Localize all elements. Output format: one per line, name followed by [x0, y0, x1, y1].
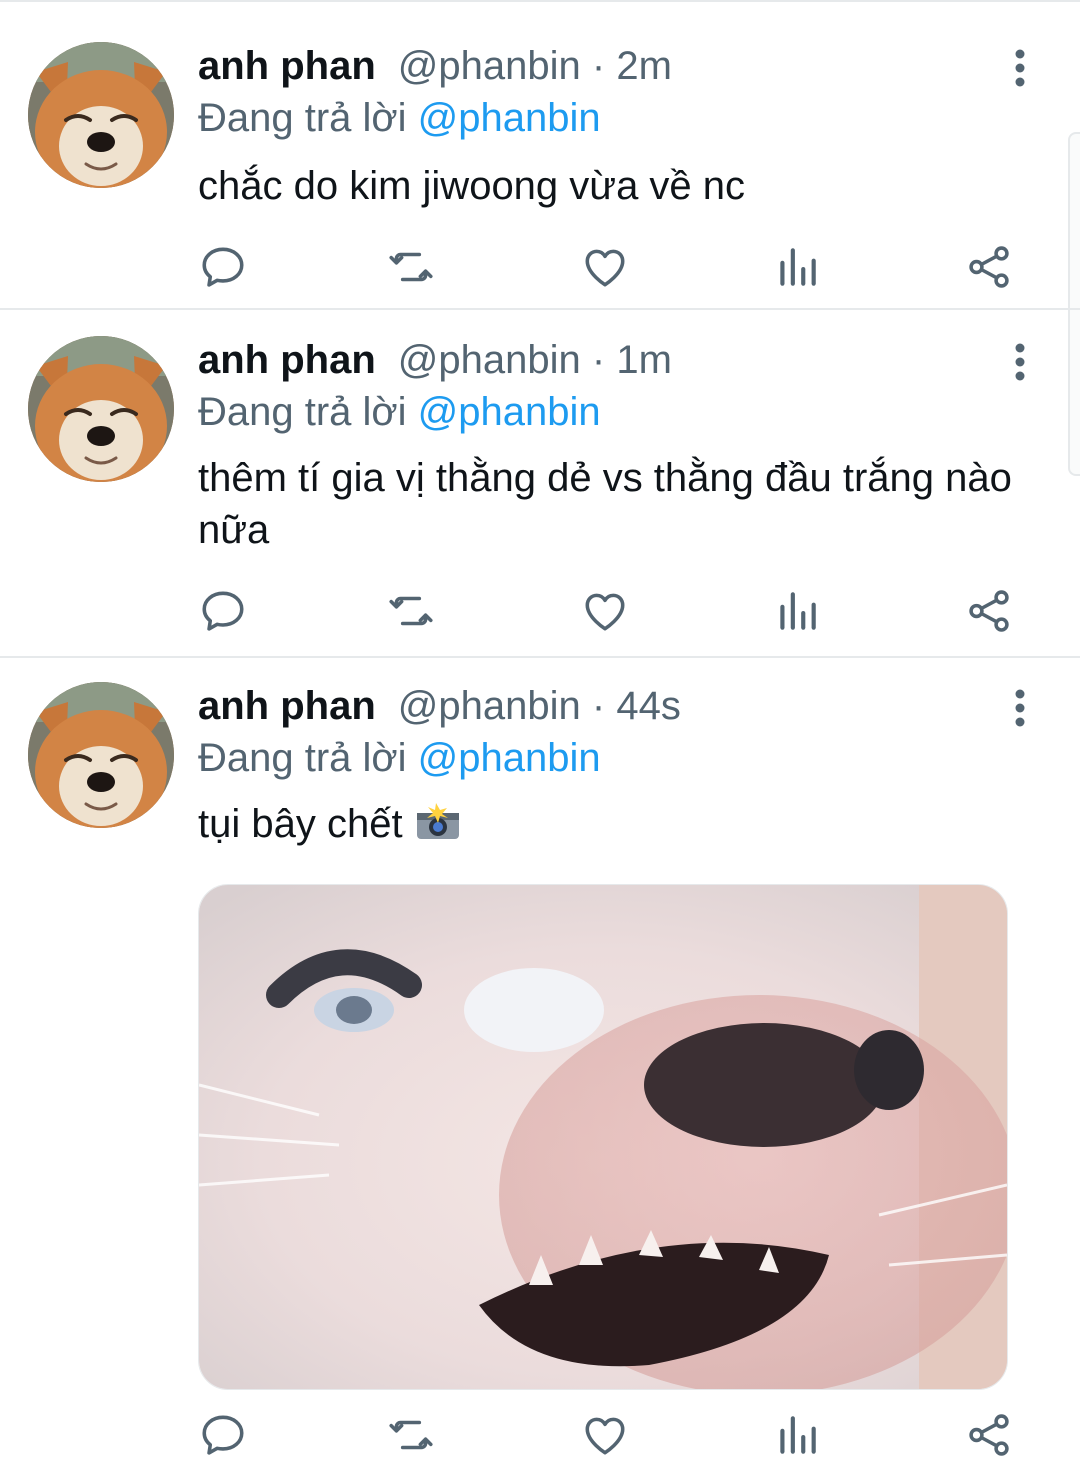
author-handle[interactable]: @phanbin	[398, 338, 581, 382]
author-name[interactable]: anh phan	[198, 44, 376, 88]
tweet[interactable]: anh phan @phanbin · 44s Đang trả lời @pha…	[0, 658, 1080, 1478]
separator: ·	[591, 44, 606, 88]
replying-to-mention[interactable]: @phanbin	[418, 390, 601, 434]
retweet-icon[interactable]	[386, 586, 436, 636]
replying-to: Đang trả lời @phanbin	[198, 388, 601, 436]
tweet[interactable]: anh phan @phanbin · 1m Đang trả lời @phan…	[0, 310, 1080, 658]
author-handle[interactable]: @phanbin	[398, 44, 581, 88]
timestamp[interactable]: 2m	[616, 44, 672, 88]
replying-to-mention[interactable]: @phanbin	[418, 736, 601, 780]
timestamp[interactable]: 1m	[616, 338, 672, 382]
tweet-text: chắc do kim jiwoong vừa về nc	[198, 164, 746, 208]
author-name[interactable]: anh phan	[198, 338, 376, 382]
tweet-image[interactable]	[198, 884, 1008, 1390]
like-icon[interactable]	[580, 586, 630, 636]
like-icon[interactable]	[580, 242, 630, 292]
replying-to-label: Đang trả lời	[198, 736, 407, 780]
tweet-actions	[198, 586, 1018, 636]
share-icon[interactable]	[964, 1410, 1014, 1460]
more-options-icon[interactable]	[1000, 46, 1040, 90]
tweet-actions	[198, 242, 1018, 292]
author-handle[interactable]: @phanbin	[398, 684, 581, 728]
timestamp[interactable]: 44s	[616, 684, 681, 728]
tweet-header: anh phan @phanbin · 1m	[198, 336, 672, 384]
replying-to-mention[interactable]: @phanbin	[418, 96, 601, 140]
more-options-icon[interactable]	[1000, 686, 1040, 730]
share-icon[interactable]	[964, 586, 1014, 636]
separator: ·	[591, 338, 606, 382]
retweet-icon[interactable]	[386, 1410, 436, 1460]
replying-to-label: Đang trả lời	[198, 96, 407, 140]
analytics-icon[interactable]	[772, 242, 822, 292]
reply-icon[interactable]	[198, 1410, 248, 1460]
tweet-text: tụi bây chết	[198, 802, 403, 846]
tweet-text-container: tụi bây chết	[198, 798, 1018, 850]
analytics-icon[interactable]	[772, 1410, 822, 1460]
more-options-icon[interactable]	[1000, 340, 1040, 384]
reply-icon[interactable]	[198, 242, 248, 292]
tweet-header: anh phan @phanbin · 44s	[198, 682, 681, 730]
camera-flash-emoji	[414, 801, 462, 841]
avatar[interactable]	[28, 682, 174, 828]
reply-icon[interactable]	[198, 586, 248, 636]
retweet-icon[interactable]	[386, 242, 436, 292]
author-name[interactable]: anh phan	[198, 684, 376, 728]
separator: ·	[591, 684, 606, 728]
tweet[interactable]: anh phan @phanbin · 2m Đang trả lời @phan…	[0, 0, 1080, 310]
tweet-text: thêm tí gia vị thằng dẻ vs thằng đầu trắ…	[198, 456, 1012, 552]
share-icon[interactable]	[964, 242, 1014, 292]
like-icon[interactable]	[580, 1410, 630, 1460]
tweet-actions	[198, 1410, 1018, 1460]
replying-to: Đang trả lời @phanbin	[198, 734, 601, 782]
replying-to-label: Đang trả lời	[198, 390, 407, 434]
avatar[interactable]	[28, 42, 174, 188]
analytics-icon[interactable]	[772, 586, 822, 636]
tweet-header: anh phan @phanbin · 2m	[198, 42, 672, 90]
avatar[interactable]	[28, 336, 174, 482]
replying-to: Đang trả lời @phanbin	[198, 94, 601, 142]
